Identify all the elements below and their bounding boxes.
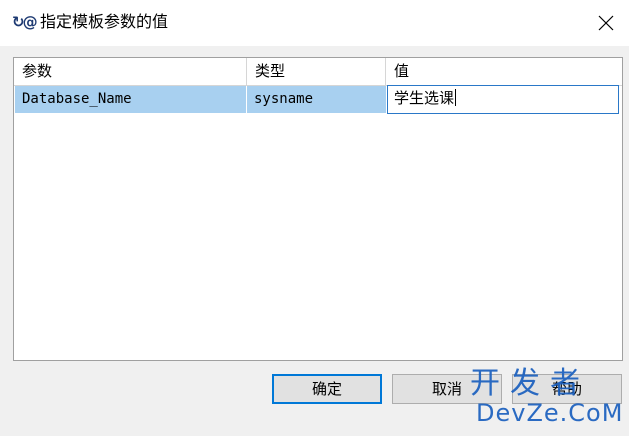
ok-button[interactable]: 确定	[272, 374, 382, 404]
column-header-param[interactable]: 参数	[14, 58, 247, 85]
grid-header: 参数 类型 值	[14, 58, 622, 86]
window-title: 指定模板参数的值	[40, 12, 169, 31]
parameter-grid[interactable]: 参数 类型 值 Database_Name sysname 学生选课	[13, 57, 623, 361]
type-cell[interactable]: sysname	[247, 86, 387, 113]
table-row[interactable]: Database_Name sysname	[15, 86, 387, 113]
template-param-icon: ↻@	[12, 13, 38, 31]
close-icon	[598, 15, 614, 31]
param-cell[interactable]: Database_Name	[15, 86, 247, 113]
close-button[interactable]	[583, 0, 629, 46]
value-edit-field[interactable]: 学生选课	[387, 85, 619, 114]
value-text: 学生选课	[394, 89, 455, 107]
column-header-type[interactable]: 类型	[247, 58, 386, 85]
watermark-logo-cn: 开发者	[470, 366, 590, 401]
column-header-value[interactable]: 值	[386, 58, 622, 85]
text-caret	[455, 89, 457, 106]
title-bar: ↻@ 指定模板参数的值	[0, 0, 629, 46]
watermark-logo-en: DevZe.CoM	[476, 399, 624, 427]
